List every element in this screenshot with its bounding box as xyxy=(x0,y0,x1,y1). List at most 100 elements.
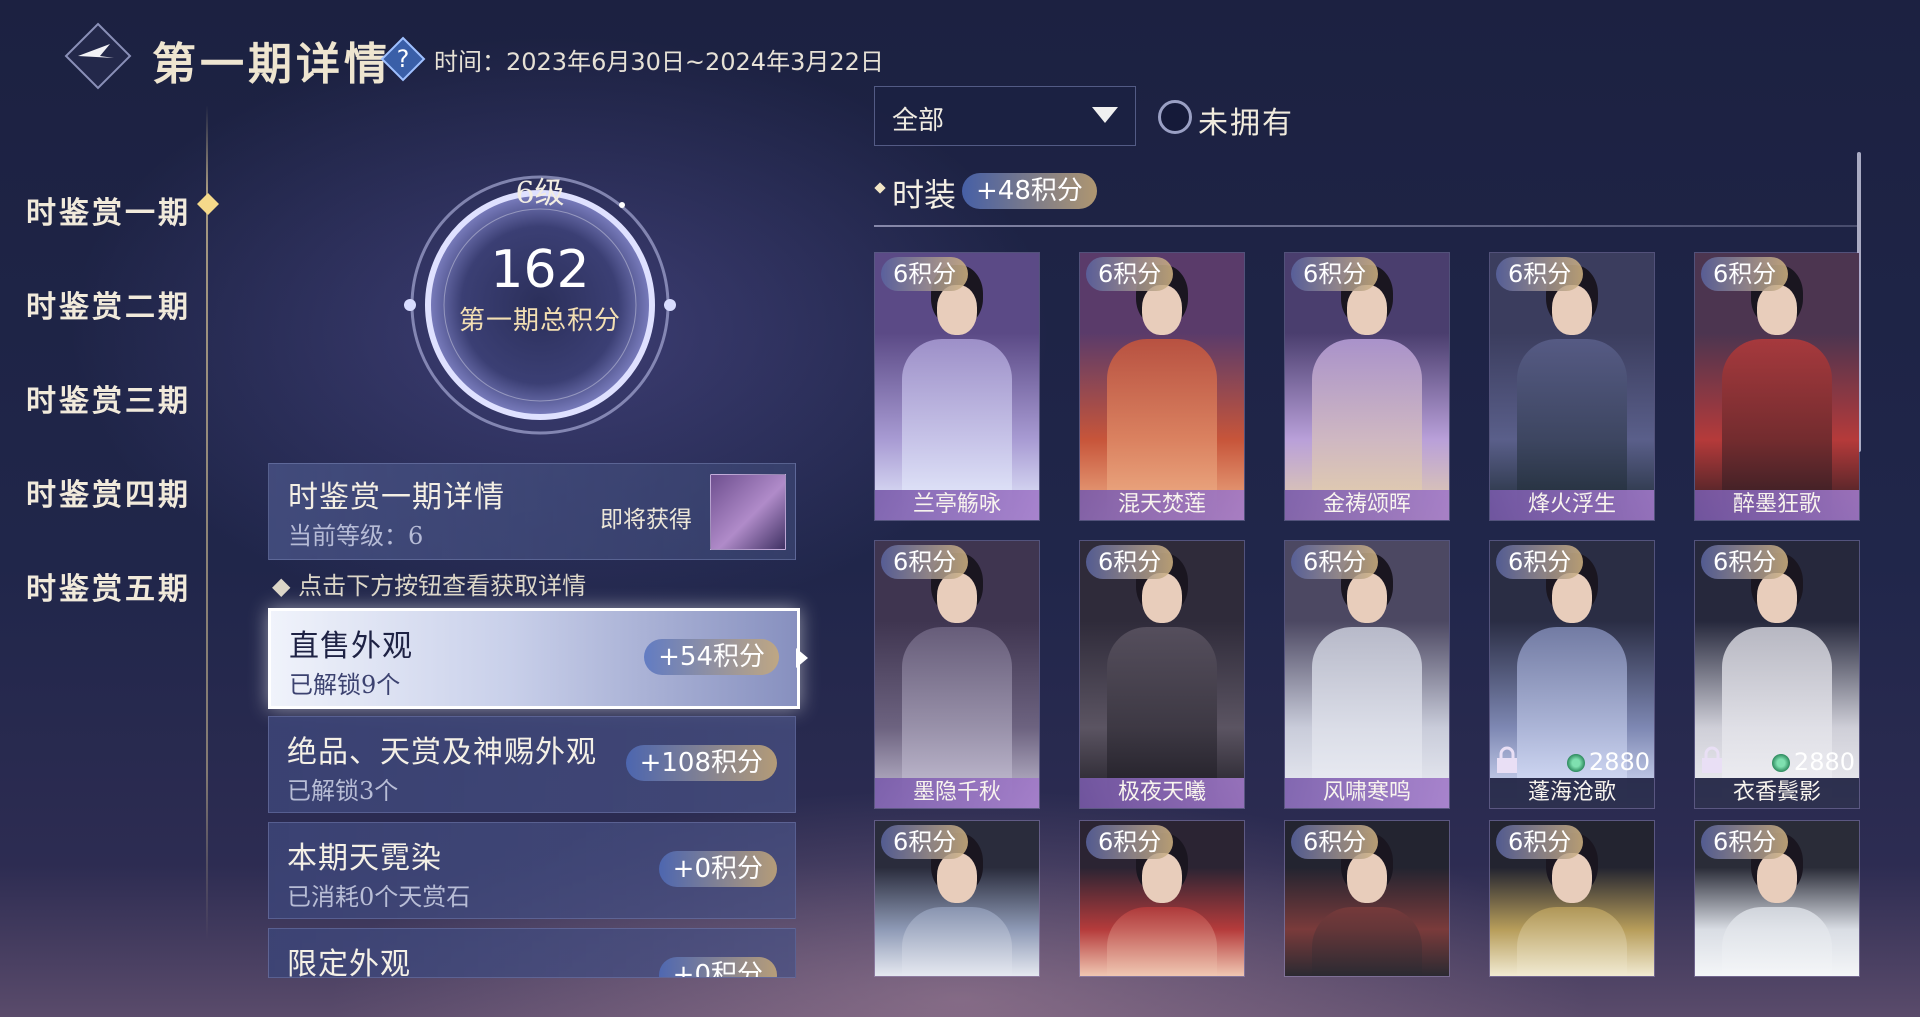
price-tag: 2880 xyxy=(1566,748,1650,776)
hint-text: ◆ 点击下方按钮查看获取详情 xyxy=(272,572,587,600)
costume-figure-icon xyxy=(937,573,977,623)
points-badge: 6积分 xyxy=(1086,257,1174,291)
costume-card[interactable]: 6积分 风啸寒鸣 xyxy=(1284,540,1450,809)
points-badge: 6积分 xyxy=(1496,545,1584,579)
costume-outfit xyxy=(902,907,1012,976)
points-badge: 6积分 xyxy=(1496,825,1584,859)
active-arrow-icon xyxy=(796,648,808,668)
costume-image xyxy=(1695,253,1859,520)
costume-figure-icon xyxy=(1552,573,1592,623)
category-dye[interactable]: 本期天霓染 已消耗0个天赏石 +0积分 xyxy=(268,822,796,919)
category-points: +0积分 xyxy=(658,851,777,887)
nav-item-period-2[interactable]: 时鉴赏二期 xyxy=(26,282,191,326)
points-badge: 6积分 xyxy=(1291,257,1379,291)
costume-figure-icon xyxy=(1347,573,1387,623)
costume-figure-icon xyxy=(937,285,977,335)
total-score-label: 第一期总积分 xyxy=(458,306,621,336)
costume-figure-icon xyxy=(1347,285,1387,335)
category-limited[interactable]: 限定外观 +0积分 xyxy=(268,928,796,978)
costume-name: 蓬海沧歌 xyxy=(1490,778,1654,808)
price-tag: 2880 xyxy=(1771,748,1855,776)
costume-card[interactable]: 6积分醉墨狂歌 xyxy=(1694,252,1860,521)
category-premium[interactable]: 绝品、天赏及神赐外观 已解锁3个 +108积分 xyxy=(268,716,796,813)
points-badge: 6积分 xyxy=(1701,545,1789,579)
costume-card[interactable]: 6积分墨隐千秋 xyxy=(874,540,1040,809)
category-points: +108积分 xyxy=(625,745,777,781)
detail-title: 时鉴赏一期详情 xyxy=(288,480,505,515)
costume-image xyxy=(1285,541,1449,808)
costume-card[interactable]: 6积分烽火浮生 xyxy=(1489,252,1655,521)
costume-name: 极夜天曦 xyxy=(1080,778,1244,808)
nav-item-period-1[interactable]: 时鉴赏一期 xyxy=(26,188,191,232)
chevron-down-icon xyxy=(1092,107,1118,123)
points-badge: 6积分 xyxy=(1496,257,1584,291)
nav-item-period-5[interactable]: 时鉴赏五期 xyxy=(26,564,191,608)
category-title: 限定外观 xyxy=(287,947,411,978)
costume-name: 墨隐千秋 xyxy=(875,778,1039,808)
costume-outfit xyxy=(1722,907,1832,976)
costume-name: 混天焚莲 xyxy=(1080,490,1244,520)
costume-card[interactable]: 6积分混天焚莲 xyxy=(1079,252,1245,521)
costume-figure-icon xyxy=(1142,573,1182,623)
costume-figure-icon xyxy=(1552,853,1592,903)
filter-selected: 全部 xyxy=(892,106,945,136)
costume-name: 醉墨狂歌 xyxy=(1695,490,1859,520)
costume-card[interactable]: 6积分兰亭觞咏 xyxy=(874,252,1040,521)
unowned-label: 未拥有 xyxy=(1198,106,1294,141)
nav-item-period-3[interactable]: 时鉴赏三期 xyxy=(26,376,191,420)
lock-icon xyxy=(1699,746,1725,774)
costume-image xyxy=(1080,541,1244,808)
costume-name: 金祷颂晖 xyxy=(1285,490,1449,520)
category-sub: 已解锁9个 xyxy=(289,671,401,699)
level-label: 6级 xyxy=(515,176,565,211)
costume-card[interactable]: 6积分蓬海沧歌 2880 xyxy=(1489,540,1655,809)
costume-card[interactable]: 6积分金祷颂晖 xyxy=(1284,252,1450,521)
costume-card[interactable]: 6积分 xyxy=(1694,820,1860,977)
points-badge: 6积分 xyxy=(1291,825,1379,859)
costume-figure-icon xyxy=(1552,285,1592,335)
page-title: 第一期详情 xyxy=(152,39,392,90)
costume-image xyxy=(875,541,1039,808)
total-score: 162 xyxy=(490,240,590,300)
costume-figure-icon xyxy=(937,853,977,903)
selected-marker-icon xyxy=(197,193,219,215)
category-points: +0积分 xyxy=(658,957,777,977)
costume-name: 兰亭觞咏 xyxy=(875,490,1039,520)
section-title: 时装 xyxy=(892,176,957,214)
unowned-radio[interactable] xyxy=(1158,100,1192,134)
costume-card[interactable]: 6积分 衣香鬓影 2880 xyxy=(1694,540,1860,809)
reward-thumbnail[interactable] xyxy=(710,474,786,550)
costume-outfit xyxy=(1107,907,1217,976)
points-badge: 6积分 xyxy=(1701,825,1789,859)
costume-image xyxy=(875,253,1039,520)
question-icon[interactable]: ? xyxy=(380,36,426,82)
price-value: 2880 xyxy=(1588,748,1650,776)
costume-card[interactable]: 6积分 xyxy=(1284,820,1450,977)
category-title: 本期天霓染 xyxy=(287,841,442,876)
costume-figure-icon xyxy=(1347,853,1387,903)
svg-text:?: ? xyxy=(397,45,410,73)
points-badge: 6积分 xyxy=(1086,545,1174,579)
coming-reward-label: 即将获得 xyxy=(600,507,692,533)
nav-divider xyxy=(206,105,208,940)
points-badge: 6积分 xyxy=(881,545,969,579)
lock-icon xyxy=(1494,746,1520,774)
category-title: 直售外观 xyxy=(289,629,413,664)
category-sub: 已消耗0个天赏石 xyxy=(287,883,471,911)
costume-outfit xyxy=(1312,907,1422,976)
period-time: 时间：2023年6月30日~2024年3月22日 xyxy=(434,48,884,76)
costume-card[interactable]: 6积分 xyxy=(1489,820,1655,977)
points-badge: 6积分 xyxy=(881,257,969,291)
jade-coin-icon xyxy=(1771,754,1790,772)
costume-name: 烽火浮生 xyxy=(1490,490,1654,520)
costume-card[interactable]: 6积分极夜天曦 xyxy=(1079,540,1245,809)
current-level: 当前等级：6 xyxy=(288,522,424,550)
nav-item-period-4[interactable]: 时鉴赏四期 xyxy=(26,470,191,514)
costume-card[interactable]: 6积分 xyxy=(874,820,1040,977)
back-button[interactable] xyxy=(64,22,132,90)
points-badge: 6积分 xyxy=(1701,257,1789,291)
costume-card[interactable]: 6积分 xyxy=(1079,820,1245,977)
section-divider xyxy=(874,225,1857,227)
category-direct-sale[interactable]: 直售外观 已解锁9个 +54积分 xyxy=(268,608,800,709)
costume-image xyxy=(1490,253,1654,520)
